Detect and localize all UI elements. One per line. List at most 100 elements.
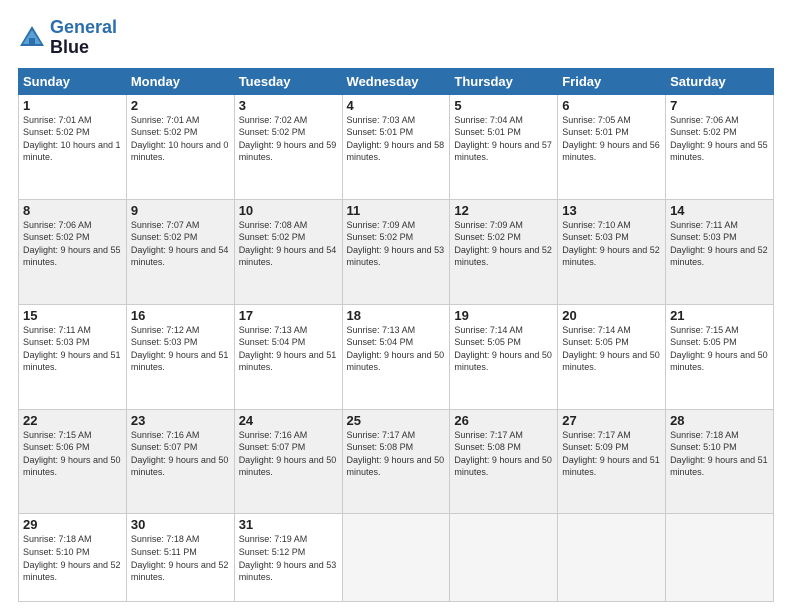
day-cell-9: 9 Sunrise: 7:07 AMSunset: 5:02 PMDayligh… [126,199,234,304]
day-cell-29: 29 Sunrise: 7:18 AMSunset: 5:10 PMDaylig… [19,514,127,602]
day-number: 26 [454,413,553,428]
day-number: 8 [23,203,122,218]
day-cell-27: 27 Sunrise: 7:17 AMSunset: 5:09 PMDaylig… [558,409,666,514]
col-wednesday: Wednesday [342,68,450,94]
day-cell-7: 7 Sunrise: 7:06 AMSunset: 5:02 PMDayligh… [666,94,774,199]
col-saturday: Saturday [666,68,774,94]
day-number: 30 [131,517,230,532]
col-friday: Friday [558,68,666,94]
day-number: 1 [23,98,122,113]
day-info: Sunrise: 7:06 AMSunset: 5:02 PMDaylight:… [23,219,122,269]
day-info: Sunrise: 7:18 AMSunset: 5:10 PMDaylight:… [670,429,769,479]
day-info: Sunrise: 7:09 AMSunset: 5:02 PMDaylight:… [454,219,553,269]
day-info: Sunrise: 7:16 AMSunset: 5:07 PMDaylight:… [131,429,230,479]
day-info: Sunrise: 7:14 AMSunset: 5:05 PMDaylight:… [562,324,661,374]
week-row-3: 22 Sunrise: 7:15 AMSunset: 5:06 PMDaylig… [19,409,774,514]
day-number: 31 [239,517,338,532]
day-info: Sunrise: 7:16 AMSunset: 5:07 PMDaylight:… [239,429,338,479]
day-number: 9 [131,203,230,218]
day-info: Sunrise: 7:01 AMSunset: 5:02 PMDaylight:… [23,114,122,164]
day-info: Sunrise: 7:18 AMSunset: 5:11 PMDaylight:… [131,533,230,583]
day-info: Sunrise: 7:11 AMSunset: 5:03 PMDaylight:… [670,219,769,269]
day-info: Sunrise: 7:12 AMSunset: 5:03 PMDaylight:… [131,324,230,374]
day-cell-8: 8 Sunrise: 7:06 AMSunset: 5:02 PMDayligh… [19,199,127,304]
day-cell-20: 20 Sunrise: 7:14 AMSunset: 5:05 PMDaylig… [558,304,666,409]
day-number: 17 [239,308,338,323]
logo-icon [18,24,46,52]
day-info: Sunrise: 7:04 AMSunset: 5:01 PMDaylight:… [454,114,553,164]
day-cell-31: 31 Sunrise: 7:19 AMSunset: 5:12 PMDaylig… [234,514,342,602]
day-cell-24: 24 Sunrise: 7:16 AMSunset: 5:07 PMDaylig… [234,409,342,514]
day-info: Sunrise: 7:15 AMSunset: 5:06 PMDaylight:… [23,429,122,479]
day-number: 10 [239,203,338,218]
day-cell-3: 3 Sunrise: 7:02 AMSunset: 5:02 PMDayligh… [234,94,342,199]
week-row-2: 15 Sunrise: 7:11 AMSunset: 5:03 PMDaylig… [19,304,774,409]
day-cell-19: 19 Sunrise: 7:14 AMSunset: 5:05 PMDaylig… [450,304,558,409]
day-cell-13: 13 Sunrise: 7:10 AMSunset: 5:03 PMDaylig… [558,199,666,304]
day-number: 28 [670,413,769,428]
day-cell-4: 4 Sunrise: 7:03 AMSunset: 5:01 PMDayligh… [342,94,450,199]
day-cell-21: 21 Sunrise: 7:15 AMSunset: 5:05 PMDaylig… [666,304,774,409]
week-row-1: 8 Sunrise: 7:06 AMSunset: 5:02 PMDayligh… [19,199,774,304]
day-info: Sunrise: 7:14 AMSunset: 5:05 PMDaylight:… [454,324,553,374]
day-cell-2: 2 Sunrise: 7:01 AMSunset: 5:02 PMDayligh… [126,94,234,199]
day-info: Sunrise: 7:03 AMSunset: 5:01 PMDaylight:… [347,114,446,164]
day-info: Sunrise: 7:19 AMSunset: 5:12 PMDaylight:… [239,533,338,583]
day-number: 15 [23,308,122,323]
empty-cell [342,514,450,602]
day-cell-17: 17 Sunrise: 7:13 AMSunset: 5:04 PMDaylig… [234,304,342,409]
day-info: Sunrise: 7:01 AMSunset: 5:02 PMDaylight:… [131,114,230,164]
col-monday: Monday [126,68,234,94]
day-info: Sunrise: 7:13 AMSunset: 5:04 PMDaylight:… [239,324,338,374]
day-number: 21 [670,308,769,323]
day-info: Sunrise: 7:08 AMSunset: 5:02 PMDaylight:… [239,219,338,269]
day-info: Sunrise: 7:18 AMSunset: 5:10 PMDaylight:… [23,533,122,583]
day-cell-11: 11 Sunrise: 7:09 AMSunset: 5:02 PMDaylig… [342,199,450,304]
day-cell-10: 10 Sunrise: 7:08 AMSunset: 5:02 PMDaylig… [234,199,342,304]
day-info: Sunrise: 7:11 AMSunset: 5:03 PMDaylight:… [23,324,122,374]
day-number: 7 [670,98,769,113]
day-number: 20 [562,308,661,323]
logo: General Blue [18,18,117,58]
day-number: 3 [239,98,338,113]
day-number: 27 [562,413,661,428]
page: General Blue Sunday Monday Tuesday Wedne… [0,0,792,612]
day-info: Sunrise: 7:17 AMSunset: 5:08 PMDaylight:… [454,429,553,479]
day-number: 2 [131,98,230,113]
day-number: 5 [454,98,553,113]
header-row: Sunday Monday Tuesday Wednesday Thursday… [19,68,774,94]
empty-cell [558,514,666,602]
day-cell-16: 16 Sunrise: 7:12 AMSunset: 5:03 PMDaylig… [126,304,234,409]
day-cell-30: 30 Sunrise: 7:18 AMSunset: 5:11 PMDaylig… [126,514,234,602]
day-cell-15: 15 Sunrise: 7:11 AMSunset: 5:03 PMDaylig… [19,304,127,409]
day-cell-26: 26 Sunrise: 7:17 AMSunset: 5:08 PMDaylig… [450,409,558,514]
day-info: Sunrise: 7:10 AMSunset: 5:03 PMDaylight:… [562,219,661,269]
day-cell-23: 23 Sunrise: 7:16 AMSunset: 5:07 PMDaylig… [126,409,234,514]
week-row-0: 1 Sunrise: 7:01 AMSunset: 5:02 PMDayligh… [19,94,774,199]
day-number: 23 [131,413,230,428]
day-cell-14: 14 Sunrise: 7:11 AMSunset: 5:03 PMDaylig… [666,199,774,304]
day-cell-1: 1 Sunrise: 7:01 AMSunset: 5:02 PMDayligh… [19,94,127,199]
day-info: Sunrise: 7:13 AMSunset: 5:04 PMDaylight:… [347,324,446,374]
day-cell-12: 12 Sunrise: 7:09 AMSunset: 5:02 PMDaylig… [450,199,558,304]
empty-cell [666,514,774,602]
day-number: 25 [347,413,446,428]
day-cell-6: 6 Sunrise: 7:05 AMSunset: 5:01 PMDayligh… [558,94,666,199]
calendar-table: Sunday Monday Tuesday Wednesday Thursday… [18,68,774,602]
day-number: 4 [347,98,446,113]
day-number: 24 [239,413,338,428]
day-cell-22: 22 Sunrise: 7:15 AMSunset: 5:06 PMDaylig… [19,409,127,514]
day-number: 12 [454,203,553,218]
day-number: 14 [670,203,769,218]
day-number: 6 [562,98,661,113]
day-info: Sunrise: 7:07 AMSunset: 5:02 PMDaylight:… [131,219,230,269]
col-thursday: Thursday [450,68,558,94]
day-cell-28: 28 Sunrise: 7:18 AMSunset: 5:10 PMDaylig… [666,409,774,514]
day-cell-25: 25 Sunrise: 7:17 AMSunset: 5:08 PMDaylig… [342,409,450,514]
day-info: Sunrise: 7:17 AMSunset: 5:08 PMDaylight:… [347,429,446,479]
day-number: 13 [562,203,661,218]
header: General Blue [18,18,774,58]
week-row-4: 29 Sunrise: 7:18 AMSunset: 5:10 PMDaylig… [19,514,774,602]
day-info: Sunrise: 7:06 AMSunset: 5:02 PMDaylight:… [670,114,769,164]
day-info: Sunrise: 7:02 AMSunset: 5:02 PMDaylight:… [239,114,338,164]
